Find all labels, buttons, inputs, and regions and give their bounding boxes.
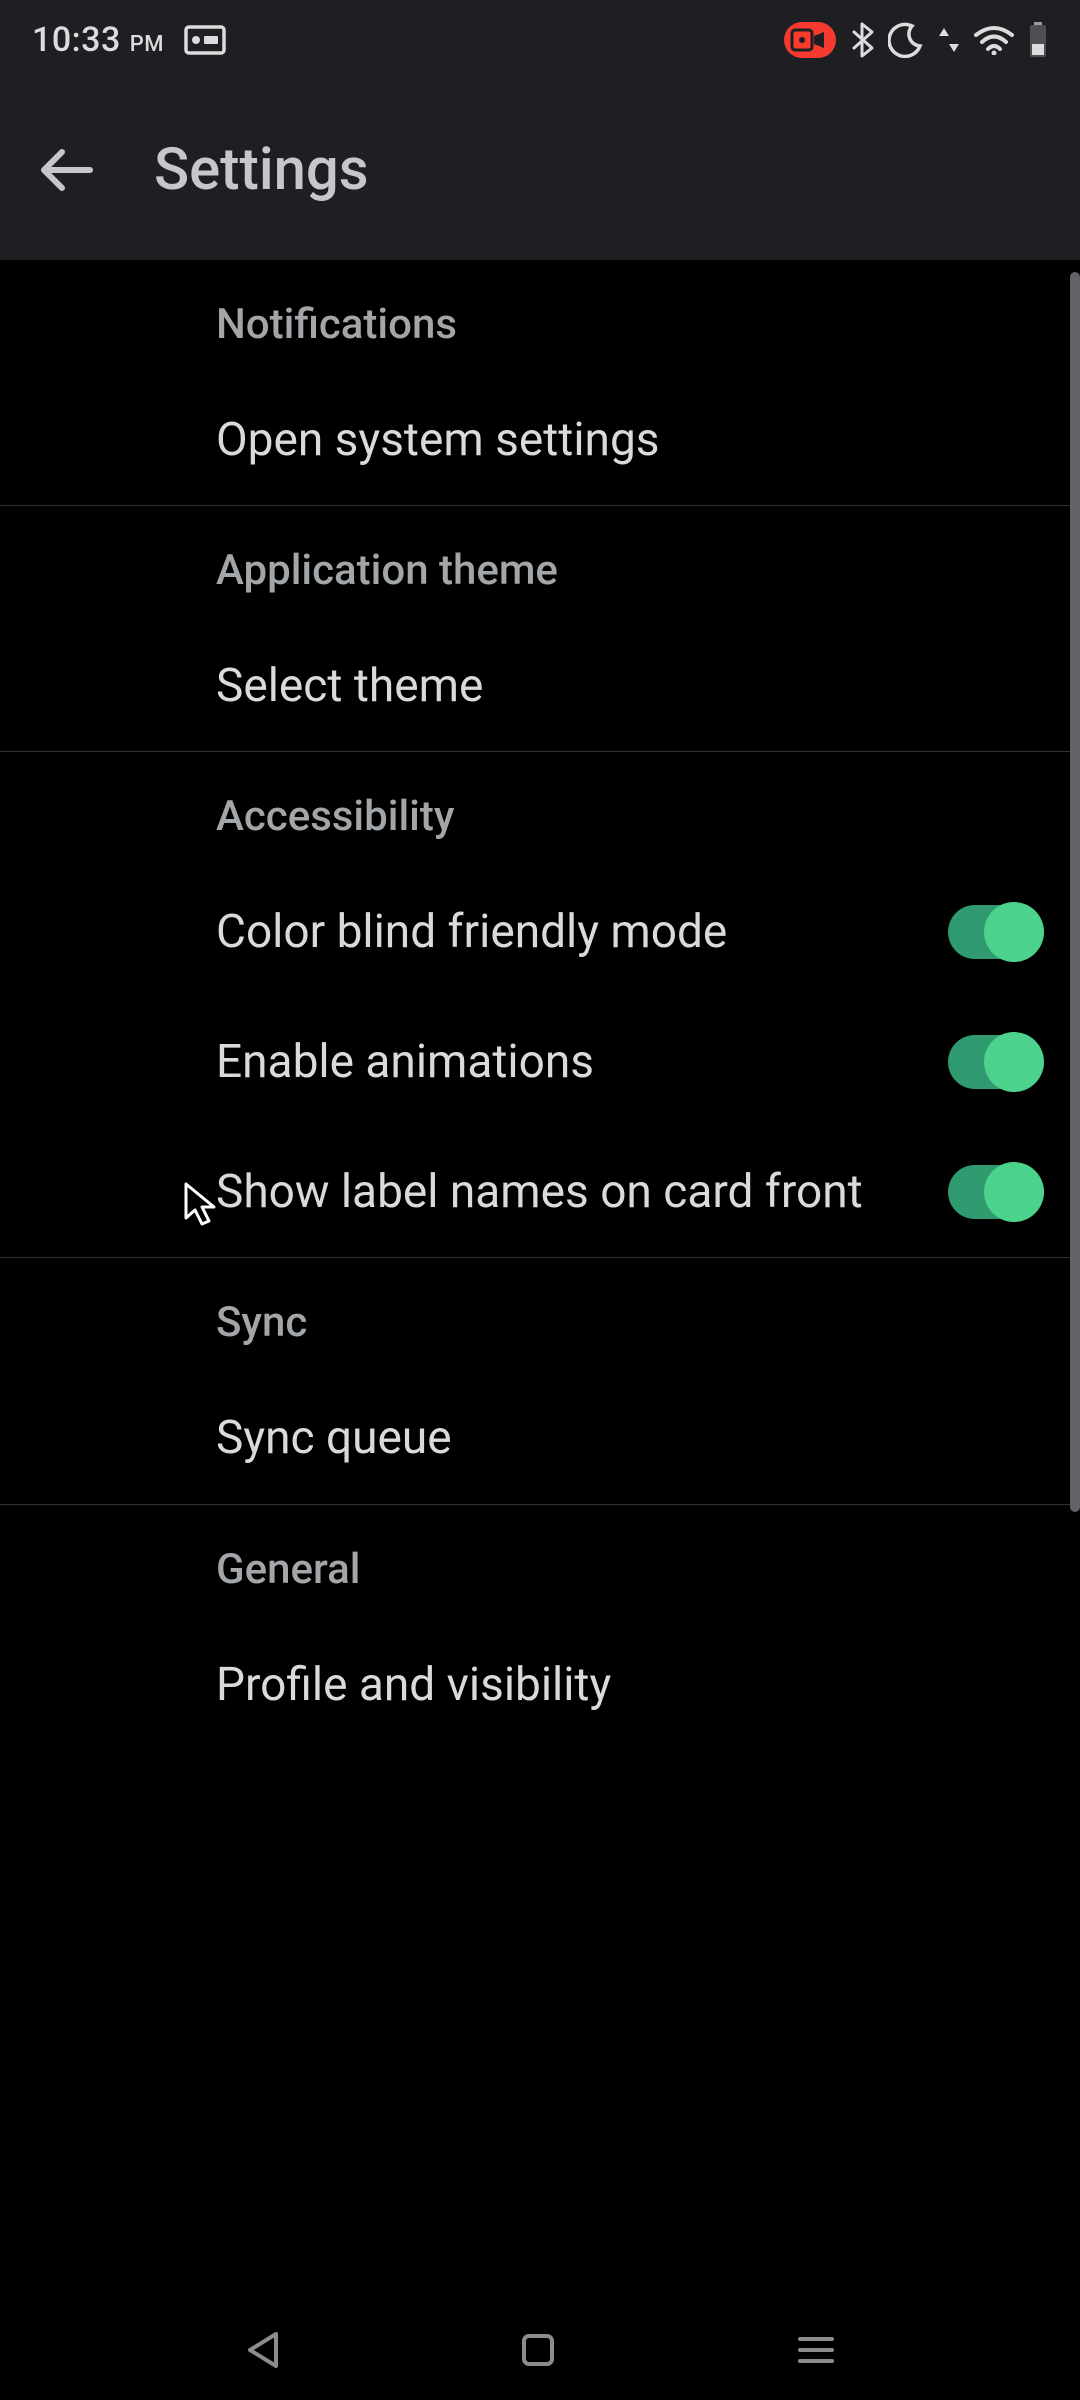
status-bar: 10:33 PM <box>0 0 1080 80</box>
section-theme: Application theme Select theme <box>0 506 1080 752</box>
section-header-theme: Application theme <box>0 506 1080 621</box>
nav-recents-button[interactable] <box>796 2334 836 2366</box>
bluetooth-icon <box>850 22 874 58</box>
item-select-theme[interactable]: Select theme <box>0 621 1080 751</box>
nav-home-button[interactable] <box>520 2332 556 2368</box>
page-title: Settings <box>154 136 369 204</box>
item-label: Select theme <box>216 655 1044 717</box>
item-open-system-settings[interactable]: Open system settings <box>0 375 1080 505</box>
status-time-value: 10:33 <box>32 20 121 60</box>
status-time-period: PM <box>130 32 164 57</box>
scroll-indicator[interactable] <box>1070 272 1080 1512</box>
section-sync: Sync Sync queue <box>0 1258 1080 1504</box>
section-accessibility: Accessibility Color blind friendly mode … <box>0 752 1080 1258</box>
section-header-accessibility: Accessibility <box>0 752 1080 867</box>
status-time: 10:33 PM <box>32 20 164 60</box>
status-right <box>784 22 1048 58</box>
item-label: Profile and visibility <box>216 1654 1044 1716</box>
battery-icon <box>1028 22 1048 58</box>
data-arrows-icon <box>938 24 960 56</box>
item-profile-visibility[interactable]: Profile and visibility <box>0 1620 1080 1750</box>
settings-content[interactable]: Notifications Open system settings Appli… <box>0 260 1080 1792</box>
toggle-label-names[interactable] <box>948 1165 1044 1219</box>
section-header-sync: Sync <box>0 1258 1080 1373</box>
item-label: Open system settings <box>216 409 1044 471</box>
item-enable-animations[interactable]: Enable animations <box>0 997 1080 1127</box>
navigation-bar <box>0 2300 1080 2400</box>
nav-back-button[interactable] <box>244 2330 280 2370</box>
section-header-general: General <box>0 1505 1080 1620</box>
status-left: 10:33 PM <box>32 20 226 60</box>
item-color-blind-mode[interactable]: Color blind friendly mode <box>0 867 1080 997</box>
item-label: Show label names on card front <box>216 1161 916 1223</box>
item-show-label-names[interactable]: Show label names on card front <box>0 1127 1080 1257</box>
record-indicator-icon <box>784 22 836 58</box>
cursor-icon <box>182 1180 220 1228</box>
cast-icon <box>184 25 226 55</box>
item-sync-queue[interactable]: Sync queue <box>0 1373 1080 1503</box>
item-label: Sync queue <box>216 1407 1044 1469</box>
dnd-moon-icon <box>888 22 924 58</box>
section-general: General Profile and visibility <box>0 1505 1080 1792</box>
wifi-icon <box>974 25 1014 55</box>
section-notifications: Notifications Open system settings <box>0 260 1080 506</box>
toggle-animations[interactable] <box>948 1035 1044 1089</box>
section-header-notifications: Notifications <box>0 260 1080 375</box>
item-label: Enable animations <box>216 1031 916 1093</box>
app-bar: Settings <box>0 80 1080 260</box>
back-button[interactable] <box>40 146 94 194</box>
toggle-color-blind[interactable] <box>948 905 1044 959</box>
item-label: Color blind friendly mode <box>216 901 916 963</box>
